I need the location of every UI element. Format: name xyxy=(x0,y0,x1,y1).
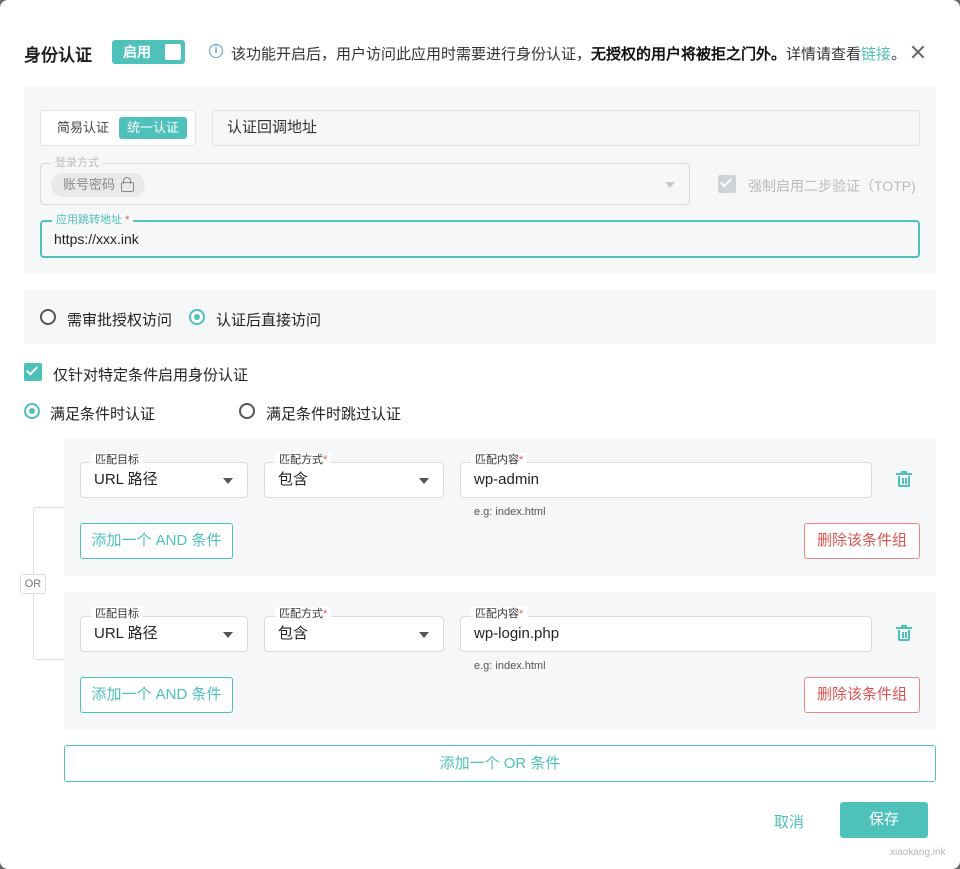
login-method-chip-label: 账号密码 xyxy=(63,177,116,192)
redirect-url-legend-text: 应用跳转地址 xyxy=(56,214,122,226)
save-button[interactable]: 保存 xyxy=(840,802,928,838)
totp-checkbox[interactable] xyxy=(718,175,736,193)
match-method-legend: 匹配方式* xyxy=(275,453,332,467)
dialog-title: 身份认证 xyxy=(24,46,92,65)
match-content-legend-text: 匹配内容 xyxy=(475,608,519,620)
match-target-value: URL 路径 xyxy=(94,625,158,642)
required-mark: * xyxy=(519,454,524,466)
required-mark: * xyxy=(519,608,524,620)
match-content-input[interactable]: 匹配内容* wp-admin xyxy=(460,453,872,498)
match-target-legend: 匹配目标 xyxy=(91,607,143,621)
match-content-legend: 匹配内容* xyxy=(471,453,528,467)
match-method-select[interactable]: 匹配方式* 包含 xyxy=(264,607,444,652)
match-content-input[interactable]: 匹配内容* wp-login.php xyxy=(460,607,872,652)
match-method-legend: 匹配方式* xyxy=(275,607,332,621)
chevron-down-icon xyxy=(419,632,429,638)
info-link[interactable]: 链接 xyxy=(861,46,891,63)
match-content-value: wp-login.php xyxy=(474,625,560,642)
watermark: xiaokang.ink xyxy=(890,847,946,858)
auth-when-match-label: 满足条件时认证 xyxy=(50,406,156,423)
tab-unified-auth[interactable]: 统一认证 xyxy=(119,117,188,139)
auth-mode-switch: 简易认证 统一认证 xyxy=(40,110,196,146)
redirect-url-legend: 应用跳转地址 * xyxy=(52,213,134,227)
match-content-legend-text: 匹配内容 xyxy=(475,454,519,466)
match-content-hint: e.g: index.html xyxy=(474,660,546,672)
match-method-legend-text: 匹配方式 xyxy=(279,454,323,466)
delete-group-button[interactable]: 删除该条件组 xyxy=(804,523,920,559)
delete-group-button[interactable]: 删除该条件组 xyxy=(804,677,920,713)
radio-auth-when-match[interactable] xyxy=(24,403,40,419)
callback-url-field[interactable]: 认证回调地址 xyxy=(212,110,920,146)
required-mark: * xyxy=(125,214,130,226)
required-mark: * xyxy=(323,454,328,466)
match-method-value: 包含 xyxy=(278,471,309,488)
match-content-value: wp-admin xyxy=(474,471,540,488)
info-text-suffix: 详情请查看 xyxy=(786,46,862,63)
add-and-condition-button[interactable]: 添加一个 AND 条件 xyxy=(80,677,233,713)
match-target-select[interactable]: 匹配目标 URL 路径 xyxy=(80,607,248,652)
login-method-legend: 登录方式 xyxy=(51,156,103,170)
or-label: OR xyxy=(20,574,46,594)
match-method-value: 包含 xyxy=(278,625,309,642)
trash-icon[interactable] xyxy=(896,471,912,487)
chevron-down-icon xyxy=(419,478,429,484)
tab-simple-auth[interactable]: 简易认证 xyxy=(49,117,117,139)
toggle-knob xyxy=(165,44,181,60)
auth-settings-dialog: 身份认证 启用 i 该功能开启后，用户访问此应用时需要进行身份认证，无授权的用户… xyxy=(0,0,960,869)
enable-toggle-label: 启用 xyxy=(123,44,151,60)
info-text-bold: 无授权的用户将被拒之门外。 xyxy=(591,46,787,63)
totp-label: 强制启用二步验证（TOTP) xyxy=(748,178,916,194)
match-target-select[interactable]: 匹配目标 URL 路径 xyxy=(80,453,248,498)
condition-group: 匹配目标 URL 路径 匹配方式* 包含 匹配内容* wp-admin e.g:… xyxy=(64,438,936,576)
direct-access-label: 认证后直接访问 xyxy=(216,312,322,329)
match-content-hint: e.g: index.html xyxy=(474,506,546,518)
radio-direct-access[interactable] xyxy=(189,309,205,325)
redirect-url-value: https://xxx.ink xyxy=(54,231,139,247)
login-method-select[interactable]: 登录方式 账号密码 xyxy=(40,156,690,205)
match-target-value: URL 路径 xyxy=(94,471,158,488)
approval-access-label: 需审批授权访问 xyxy=(67,312,173,329)
trash-icon[interactable] xyxy=(896,625,912,641)
enable-toggle[interactable]: 启用 xyxy=(112,40,185,64)
required-mark: * xyxy=(323,608,328,620)
radio-skip-when-match[interactable] xyxy=(239,403,255,419)
cancel-button[interactable]: 取消 xyxy=(774,811,804,832)
info-text-main: 该功能开启后，用户访问此应用时需要进行身份认证， xyxy=(231,46,592,63)
match-method-legend-text: 匹配方式 xyxy=(279,608,323,620)
chevron-down-icon xyxy=(223,632,233,638)
redirect-url-input[interactable]: 应用跳转地址 * https://xxx.ink xyxy=(40,213,920,258)
condition-checkbox[interactable] xyxy=(24,363,42,381)
match-method-select[interactable]: 匹配方式* 包含 xyxy=(264,453,444,498)
condition-group: 匹配目标 URL 路径 匹配方式* 包含 匹配内容* wp-login.php … xyxy=(64,592,936,730)
add-and-condition-button[interactable]: 添加一个 AND 条件 xyxy=(80,523,233,559)
close-icon[interactable] xyxy=(908,42,928,62)
info-text-end: 。 xyxy=(891,46,907,63)
condition-checkbox-label: 仅针对特定条件启用身份认证 xyxy=(53,367,249,384)
chevron-down-icon xyxy=(223,478,233,484)
chevron-down-icon xyxy=(665,182,675,188)
info-icon: i xyxy=(209,44,223,58)
login-method-chip: 账号密码 xyxy=(51,173,146,197)
match-content-legend: 匹配内容* xyxy=(471,607,528,621)
skip-when-match-label: 满足条件时跳过认证 xyxy=(266,406,402,423)
lock-icon xyxy=(121,177,135,192)
info-text: 该功能开启后，用户访问此应用时需要进行身份认证，无授权的用户将被拒之门外。详情请… xyxy=(231,43,906,64)
check-icon xyxy=(719,175,733,188)
radio-approval-access[interactable] xyxy=(40,309,56,325)
check-icon xyxy=(25,363,39,376)
add-or-condition-button[interactable]: 添加一个 OR 条件 xyxy=(64,745,936,782)
match-target-legend: 匹配目标 xyxy=(91,453,143,467)
